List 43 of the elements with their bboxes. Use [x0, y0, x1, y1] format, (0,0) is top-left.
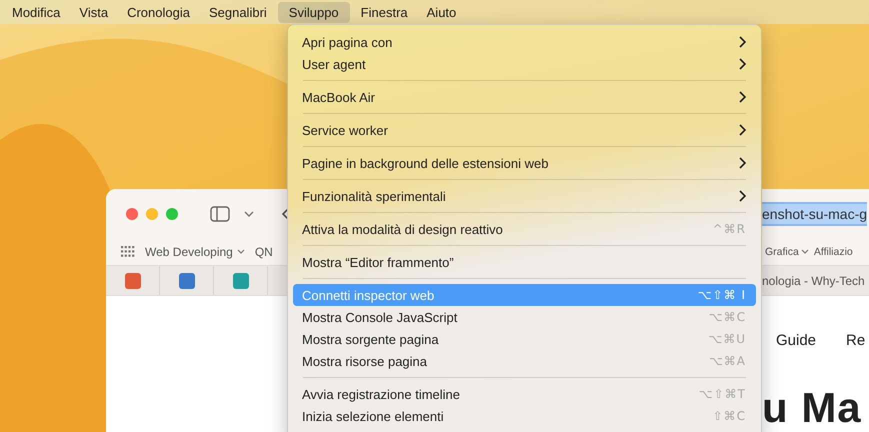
nav-link[interactable]: Guide — [776, 332, 816, 349]
bookmark-link[interactable]: Affiliazio — [814, 246, 853, 258]
page-heading: u Ma — [762, 387, 862, 429]
chevron-right-icon — [739, 36, 746, 48]
address-field[interactable]: enshot-su-mac-g — [762, 202, 868, 226]
favicon-icon — [178, 272, 194, 288]
menu-item[interactable]: Pagine in background delle estensioni web — [293, 152, 756, 174]
favicon-icon — [232, 272, 248, 288]
chevron-right-icon — [739, 157, 746, 169]
menu-item[interactable]: Avvia registrazione timeline ⌥⇧⌘T — [293, 383, 756, 405]
favicon-icon — [124, 272, 140, 288]
menu-item[interactable]: Mostra risorse pagina ⌥⌘A — [293, 350, 756, 372]
sidebar-icon[interactable] — [210, 206, 230, 222]
tab-title[interactable]: nologia - Why-Tech — [762, 274, 865, 288]
menu-item[interactable]: Funzionalità sperimentali — [293, 185, 756, 207]
nav-link[interactable]: Re — [846, 332, 866, 349]
menu-item[interactable]: Mostra sorgente pagina ⌥⌘U — [293, 328, 756, 350]
chevron-down-icon[interactable] — [244, 210, 254, 216]
menu-bar-item[interactable]: Segnalibri — [200, 2, 275, 22]
bookmark-link[interactable]: Web Developing — [145, 244, 245, 258]
chevron-right-icon — [739, 58, 746, 70]
chevron-right-icon — [739, 190, 746, 202]
menu-item[interactable]: Apri pagina con — [293, 31, 756, 53]
menu-bar-item[interactable]: Finestra — [352, 2, 416, 22]
menu-item[interactable]: Service worker — [293, 119, 756, 141]
close-button[interactable] — [126, 208, 138, 220]
menu-bar-item[interactable]: Aiuto — [418, 2, 464, 22]
menu-bar-item[interactable]: Vista — [71, 2, 116, 22]
bookmark-link[interactable]: QN — [254, 244, 273, 258]
chevron-right-icon — [739, 91, 746, 103]
chevron-right-icon — [739, 124, 746, 136]
menu-item[interactable]: Inizia selezione elementi ⇧⌘C — [293, 405, 756, 427]
zoom-button[interactable] — [166, 208, 178, 220]
menu-item[interactable]: Attiva la modalità di design reattivo ^⌘R — [293, 218, 756, 240]
menu-item[interactable]: MacBook Air — [293, 86, 756, 108]
menu-bar-item[interactable]: Cronologia — [119, 2, 198, 22]
menu-item[interactable]: Mostra Console JavaScript ⌥⌘C — [293, 306, 756, 328]
menu-bar-item[interactable]: Modifica — [4, 2, 68, 22]
grid-icon[interactable] — [121, 246, 135, 258]
bookmark-link[interactable]: Grafica — [765, 246, 809, 258]
menu-item[interactable]: User agent — [293, 53, 756, 75]
menu-bar-item[interactable]: Sviluppo — [278, 2, 350, 22]
menu-item[interactable]: Mostra “Editor frammento” — [293, 251, 756, 273]
